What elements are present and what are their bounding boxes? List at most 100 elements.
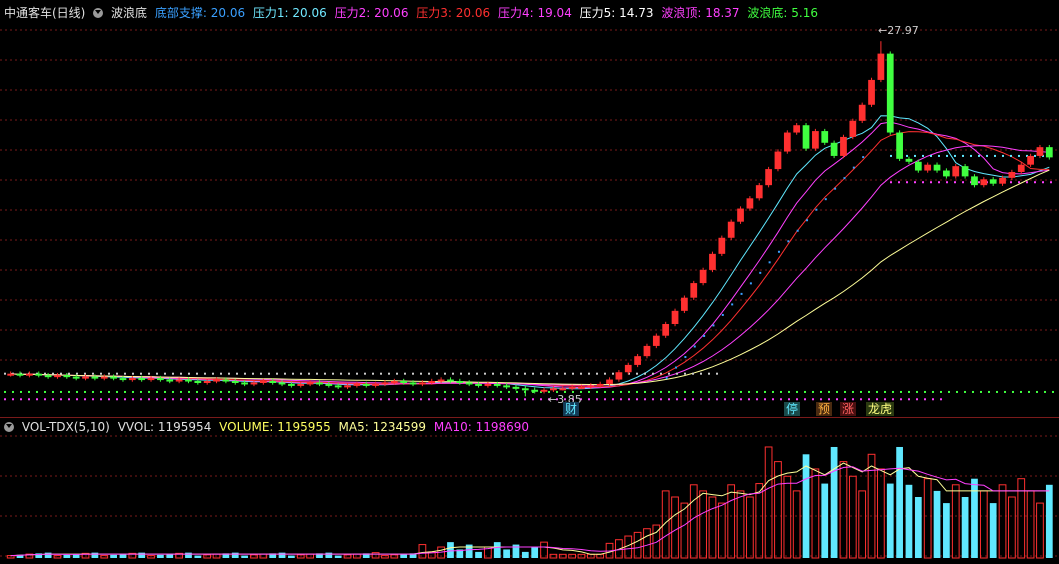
wave-bottom-dots-dot — [820, 390, 822, 393]
wave-bottom-dots-dot — [628, 390, 630, 393]
baseline-dots-dot — [452, 372, 454, 375]
wave-bottom-dots — [4, 390, 1054, 393]
baseline-dots-dot — [420, 372, 422, 375]
baseline-dots-dot — [460, 372, 462, 375]
wave-bottom-dots-dot — [508, 390, 510, 393]
tag-financial[interactable]: 财 — [563, 402, 580, 416]
tag-forecast[interactable]: 预 — [816, 402, 833, 416]
wave-bottom-dots-dot — [956, 390, 958, 393]
baseline-dots-dot — [52, 372, 54, 375]
baseline-dots-dot — [44, 372, 46, 375]
header-item-pressure2: 压力2: 20.06 — [334, 6, 409, 20]
wave-bottom2-dots-dot — [820, 398, 822, 401]
volume-bar-up — [755, 483, 764, 559]
wave-bottom2-dots-dot — [292, 398, 294, 401]
wave-bottom-dots-dot — [1028, 390, 1030, 393]
pressure1-dots-dot — [1002, 154, 1004, 157]
wave-bottom-dots-dot — [380, 390, 382, 393]
peak-arrow-icon: ← — [878, 24, 888, 37]
wave-bottom-dots-dot — [780, 390, 782, 393]
baseline-dots-dot — [492, 372, 494, 375]
baseline-dots-dot — [548, 372, 550, 375]
wave-bottom2-dots-dot — [660, 398, 662, 401]
tag-limit-up[interactable]: 涨 — [840, 402, 857, 416]
baseline-dots-dot — [340, 372, 342, 375]
wave-top-dots-dot — [1018, 181, 1020, 184]
volume-bar-up — [371, 552, 380, 559]
candle-down — [194, 381, 202, 383]
pressure1-dots-dot — [986, 154, 988, 157]
wave-bottom2-dots-dot — [324, 398, 326, 401]
baseline-dots-dot — [684, 372, 686, 375]
tag-dragon-tiger[interactable]: 龙虎 — [866, 402, 895, 416]
volume-bar-down — [961, 497, 969, 558]
baseline-dots-dot — [676, 372, 678, 375]
tag-suspended[interactable]: 停 — [784, 402, 801, 416]
wave-top-dots-dot — [1034, 181, 1036, 184]
wave-bottom-dots-dot — [444, 390, 446, 393]
wave-bottom2-dots-dot — [388, 398, 390, 401]
wave-bottom-dots-dot — [1052, 390, 1054, 393]
candle-down — [166, 379, 174, 382]
wave-bottom-dots-dot — [636, 390, 638, 393]
wave-bottom2-dots-dot — [748, 398, 750, 401]
candle-up — [344, 385, 351, 388]
wave-top-dots-dot — [890, 181, 892, 184]
wave-bottom-dots-dot — [148, 390, 150, 393]
volume-bar-down — [119, 554, 127, 558]
vol-menu-icon[interactable] — [4, 422, 14, 432]
stock-name: 中通客车(日线) — [4, 6, 86, 20]
baseline-dots-dot — [308, 372, 310, 375]
wave-bottom2-dots-dot — [908, 398, 910, 401]
support-dot — [721, 313, 724, 316]
candlestick-chart[interactable] — [0, 0, 1059, 417]
wave-bottom-dots-dot — [228, 390, 230, 393]
baseline-dots-dot — [292, 372, 294, 375]
price-panel[interactable]: 中通客车(日线) 波浪底 底部支撑: 20.06 压力1: 20.06 压力2:… — [0, 0, 1059, 417]
wave-bottom2-dots-dot — [84, 398, 86, 401]
baseline-dots-dot — [108, 372, 110, 375]
wave-bottom2-dots-dot — [764, 398, 766, 401]
candle-up — [390, 381, 398, 383]
wave-bottom-dots-dot — [492, 390, 494, 393]
candle-down — [1045, 147, 1053, 158]
wave-bottom-dots-dot — [996, 390, 998, 393]
wave-bottom-dots-dot — [652, 390, 654, 393]
wave-bottom2-dots-dot — [244, 398, 246, 401]
volume-bar-up — [979, 490, 988, 559]
wave-bottom2-dots-dot — [348, 398, 350, 401]
candle-up — [82, 376, 89, 379]
baseline-dots-dot — [92, 372, 94, 375]
volume-bar-down — [44, 552, 52, 558]
candle-up — [690, 283, 698, 298]
baseline-dots-dot — [100, 372, 102, 375]
wave-bottom2-dots-dot — [116, 398, 118, 401]
candle-up — [615, 372, 623, 380]
baseline-dots-dot — [124, 372, 126, 375]
wave-bottom-dots-dot — [764, 390, 766, 393]
wave-bottom2-dots-dot — [212, 398, 214, 401]
baseline-dots-dot — [316, 372, 318, 375]
wave-bottom-dots-dot — [884, 390, 886, 393]
indicator-menu-icon[interactable] — [93, 8, 104, 18]
volume-bar-down — [886, 483, 894, 558]
wave-bottom-dots-dot — [164, 390, 166, 393]
volume-chart[interactable] — [0, 418, 1059, 564]
candle-up — [999, 177, 1006, 184]
wave-bottom2-dots-dot — [68, 398, 70, 401]
volume-panel[interactable]: VOL-TDX(5,10) VVOL: 1195954 VOLUME: 1195… — [0, 417, 1059, 564]
wave-bottom-dots-dot — [668, 390, 670, 393]
baseline-dots-dot — [380, 372, 382, 375]
candle-down — [521, 388, 529, 391]
wave-bottom-dots-dot — [124, 390, 126, 393]
volume-bar-up — [203, 554, 212, 559]
wave-bottom-dots-dot — [988, 390, 990, 393]
support-dot — [815, 208, 818, 211]
volume-bar-down — [905, 484, 913, 558]
candle-up — [128, 378, 136, 381]
baseline-dots-dot — [244, 372, 246, 375]
candle-down — [896, 132, 903, 159]
wave-bottom2-dots-dot — [60, 398, 62, 401]
wave-bottom-dots-dot — [28, 390, 30, 393]
candle-up — [54, 375, 61, 378]
